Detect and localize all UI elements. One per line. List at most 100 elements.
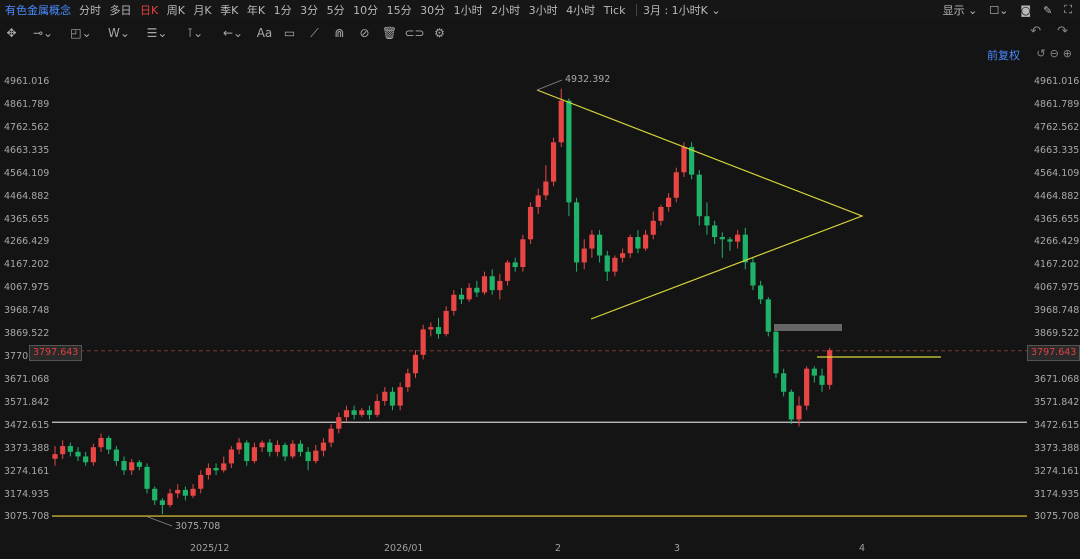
y-tick-label: 3571.842 xyxy=(1034,396,1080,408)
candle-body xyxy=(788,391,794,420)
candle-body xyxy=(198,474,204,489)
candle-body xyxy=(451,294,457,311)
candle-body xyxy=(221,463,227,471)
candle-body xyxy=(374,401,380,415)
candle-body xyxy=(182,489,188,496)
candle-body xyxy=(642,234,649,249)
low-leader xyxy=(147,516,173,527)
candle-body xyxy=(589,234,595,249)
y-tick-label: 4663.335 xyxy=(1034,144,1080,156)
candle-body xyxy=(781,373,787,392)
candle-body xyxy=(712,225,718,238)
y-tick-label: 3075.708 xyxy=(1034,511,1080,523)
candle-body xyxy=(428,327,434,330)
candle-body xyxy=(129,462,135,471)
y-tick-label: 4861.789 xyxy=(1034,98,1080,110)
candle-body xyxy=(60,446,66,455)
candle-body xyxy=(650,220,656,235)
y-tick-label: 3373.388 xyxy=(4,442,50,454)
candle-body xyxy=(305,451,311,462)
y-tick-label: 4961.016 xyxy=(4,76,50,87)
candle-body xyxy=(52,454,58,459)
candle-body xyxy=(267,442,273,452)
candle-body xyxy=(635,237,641,249)
candle-body xyxy=(75,451,81,457)
candle-body xyxy=(458,294,465,300)
candle-body xyxy=(681,146,687,173)
candle-body xyxy=(435,327,442,335)
candle-body xyxy=(290,443,296,457)
kline-chart[interactable] xyxy=(0,0,1080,559)
candle-body xyxy=(819,375,825,385)
candle-body xyxy=(167,493,173,505)
candle-body xyxy=(351,410,357,415)
y-tick-label: 4365.655 xyxy=(1034,213,1080,225)
candle-body xyxy=(405,373,411,388)
y-tick-label: 3472.615 xyxy=(1034,419,1080,431)
candle-body xyxy=(497,280,503,291)
y-tick-label: 3373.388 xyxy=(1034,442,1080,454)
candle-body xyxy=(474,287,480,293)
candle-body xyxy=(244,442,250,462)
candle-body xyxy=(727,239,733,242)
candle-body xyxy=(658,206,664,221)
candle-body xyxy=(274,444,281,452)
y-tick-label: 4266.429 xyxy=(1034,236,1080,248)
y-tick-label: 3274.161 xyxy=(1034,465,1080,477)
candle-body xyxy=(420,329,426,355)
candle-body xyxy=(152,488,158,501)
candle-body xyxy=(604,255,610,272)
candle-body xyxy=(297,443,304,452)
x-tick-label: 2 xyxy=(555,543,562,554)
candle-body xyxy=(259,442,265,448)
candle-body xyxy=(144,466,150,489)
candle-body xyxy=(827,350,833,385)
candle-body xyxy=(98,437,104,448)
candle-body xyxy=(566,100,572,203)
y-tick-label: 4564.109 xyxy=(4,167,50,179)
y-tick-label: 3571.842 xyxy=(4,396,50,408)
y-tick-label: 4266.429 xyxy=(4,236,50,248)
candle-body xyxy=(804,368,810,406)
candle-body xyxy=(558,100,564,143)
candle-body xyxy=(236,442,242,450)
candle-body xyxy=(282,444,288,457)
y-tick-label: 3671.068 xyxy=(4,373,50,385)
candle-body xyxy=(67,446,73,452)
y-tick-label: 3671.068 xyxy=(1034,373,1080,385)
y-tick-label: 4464.882 xyxy=(4,190,50,202)
y-tick-label: 4564.109 xyxy=(1034,167,1080,179)
x-tick-label: 2026/01 xyxy=(384,543,424,554)
y-tick-label: 4762.562 xyxy=(1034,121,1080,133)
candle-body xyxy=(466,287,472,300)
candle-body xyxy=(90,447,96,463)
y-tick-label: 3968.748 xyxy=(1034,305,1080,317)
candle-body xyxy=(336,417,342,429)
candle-body xyxy=(666,197,672,207)
candle-body xyxy=(83,456,89,463)
candle-body xyxy=(704,216,710,226)
candle-body xyxy=(811,368,817,376)
candle-body xyxy=(512,262,518,268)
candle-body xyxy=(106,437,112,450)
candle-body xyxy=(213,467,219,471)
candle-body xyxy=(581,248,587,263)
candle-body xyxy=(159,500,165,505)
y-tick-label: 4167.202 xyxy=(1034,259,1080,271)
y-tick-label: 4663.335 xyxy=(4,144,50,156)
y-tick-label: 3174.935 xyxy=(1034,488,1080,500)
candle-body xyxy=(527,206,534,240)
candle-body xyxy=(765,299,771,332)
candle-body xyxy=(750,262,756,286)
candle-body xyxy=(481,276,488,293)
candle-body xyxy=(366,410,373,415)
gap-box xyxy=(774,324,842,331)
y-tick-label: 4067.975 xyxy=(1034,282,1080,294)
candle-body xyxy=(343,410,350,418)
candle-body xyxy=(175,489,181,494)
x-tick-label: 4 xyxy=(859,543,866,554)
candle-body xyxy=(397,387,403,406)
current-price-left: 3797.643 xyxy=(29,345,83,361)
y-tick-label: 3869.522 xyxy=(1034,328,1080,340)
y-tick-label: 4365.655 xyxy=(4,213,50,225)
